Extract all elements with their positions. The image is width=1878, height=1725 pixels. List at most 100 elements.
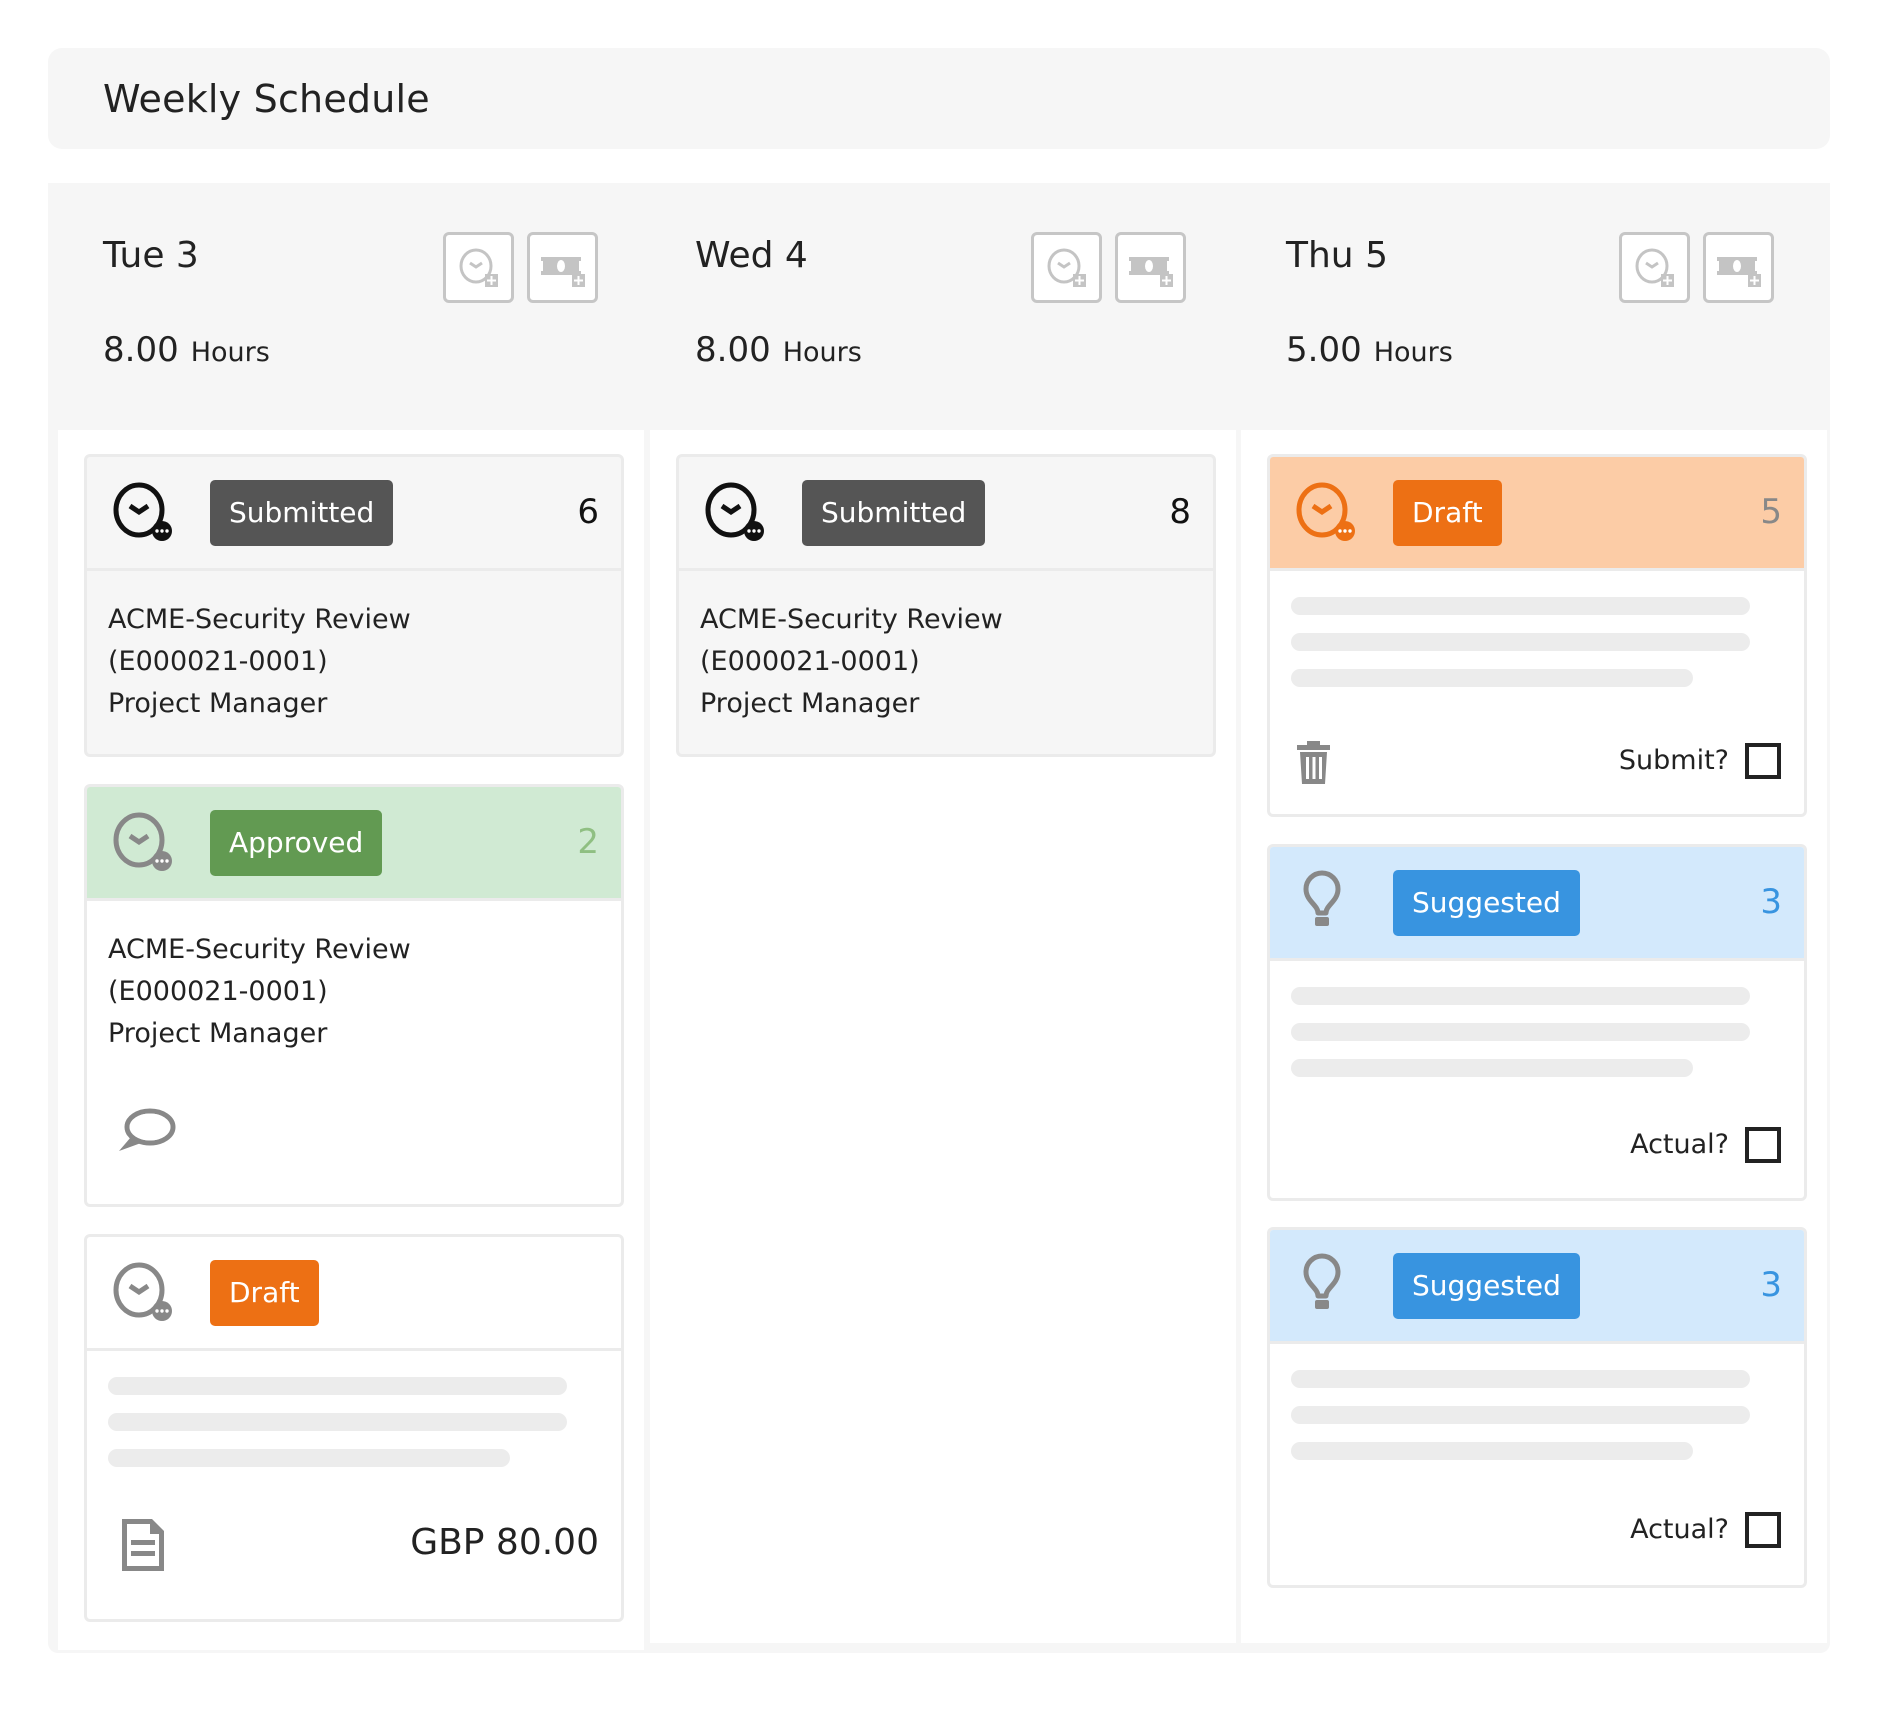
day-hours: 8.00 Hours	[103, 327, 270, 376]
card-header: Suggested 3	[1270, 1230, 1804, 1344]
clock-plus-icon	[459, 248, 498, 287]
hours-unit: Hours	[190, 337, 270, 368]
timesheet-card[interactable]: Draft 5 Submit?	[1267, 454, 1807, 817]
status-badge: Submitted	[210, 480, 394, 546]
day-label: Thu 5	[1286, 235, 1388, 276]
status-badge: Draft	[1393, 480, 1502, 546]
project-code: (E000021-0001)	[108, 976, 328, 1007]
day-entries: Draft 5 Submit? Suggested 3 Actual? Sugg…	[1241, 430, 1827, 1643]
status-badge: Approved	[210, 810, 383, 876]
add-expense-button[interactable]	[1115, 232, 1186, 303]
add-expense-button[interactable]	[527, 232, 598, 303]
hours-unit: Hours	[782, 337, 862, 368]
timesheet-clock-icon	[113, 482, 172, 541]
day-header: Thu 5 5.00 Hours	[1236, 183, 1828, 439]
actual-checkbox[interactable]	[1745, 1512, 1781, 1548]
clock-plus-icon	[1635, 248, 1674, 287]
placeholder-line	[108, 1377, 567, 1395]
hours-value: 8.00	[103, 330, 179, 370]
day-label: Wed 4	[695, 235, 808, 276]
placeholder-line	[108, 1449, 510, 1467]
card-body	[1270, 571, 1804, 687]
add-time-button[interactable]	[443, 232, 514, 303]
card-header: Draft 5	[1270, 457, 1804, 571]
checkbox-label: Submit?	[1618, 745, 1729, 776]
expense-amount: GBP 80.00	[410, 1522, 599, 1563]
card-body: ACME-Security Review (E000021-0001) Proj…	[87, 571, 621, 725]
timesheet-clock-icon	[705, 482, 764, 541]
project-name: ACME-Security Review	[108, 934, 411, 965]
timesheet-card[interactable]: Approved 2 ACME-Security Review (E000021…	[84, 784, 624, 1207]
add-expense-button[interactable]	[1703, 232, 1774, 303]
day-label: Tue 3	[103, 235, 199, 276]
placeholder-line	[1291, 597, 1750, 615]
day-entries: Submitted 6 ACME-Security Review (E00002…	[58, 430, 644, 1650]
hours-value: 5.00	[1286, 330, 1362, 370]
add-time-button[interactable]	[1619, 232, 1690, 303]
card-header: Submitted 6	[87, 457, 621, 571]
document-icon[interactable]	[119, 1517, 169, 1573]
actual-checkbox[interactable]	[1745, 1127, 1781, 1163]
status-badge: Suggested	[1393, 870, 1580, 936]
card-header: Draft	[87, 1237, 621, 1351]
timesheet-card[interactable]: Submitted 6 ACME-Security Review (E00002…	[84, 454, 624, 757]
day-hours: 8.00 Hours	[695, 327, 862, 376]
add-time-button[interactable]	[1031, 232, 1102, 303]
role: Project Manager	[108, 1018, 328, 1049]
expense-card[interactable]: Draft GBP 80.00	[84, 1234, 624, 1622]
weekly-board: Tue 3 8.00 Hours Submitted 6 ACME-Securit	[48, 183, 1830, 1653]
placeholder-line	[108, 1413, 567, 1431]
project-code: (E000021-0001)	[108, 646, 328, 677]
timesheet-clock-icon	[1296, 482, 1355, 541]
card-header: Submitted 8	[679, 457, 1213, 571]
page-header: Weekly Schedule	[48, 48, 1830, 149]
placeholder-line	[1291, 1059, 1693, 1077]
status-badge: Suggested	[1393, 1253, 1580, 1319]
day-column-wed: Wed 4 8.00 Hours Submitted 8 ACME-Securit…	[645, 183, 1237, 1643]
money-plus-icon	[540, 256, 585, 287]
page-title: Weekly Schedule	[103, 77, 430, 121]
placeholder-line	[1291, 1370, 1750, 1388]
card-body	[1270, 1344, 1804, 1460]
role: Project Manager	[700, 688, 920, 719]
project-name: ACME-Security Review	[108, 604, 411, 635]
card-header: Suggested 3	[1270, 847, 1804, 961]
card-body: ACME-Security Review (E000021-0001) Proj…	[679, 571, 1213, 725]
comment-icon[interactable]	[115, 1107, 179, 1155]
day-header: Wed 4 8.00 Hours	[645, 183, 1237, 439]
actual-toggle[interactable]: Actual?	[1630, 1512, 1781, 1548]
card-header: Approved 2	[87, 787, 621, 901]
submit-checkbox[interactable]	[1745, 743, 1781, 779]
clock-plus-icon	[1047, 248, 1086, 287]
suggestion-card[interactable]: Suggested 3 Actual?	[1267, 844, 1807, 1201]
entry-count: 3	[1760, 882, 1782, 922]
card-body	[1270, 961, 1804, 1077]
trash-icon[interactable]	[1296, 741, 1332, 785]
timesheet-clock-icon	[113, 812, 172, 871]
placeholder-line	[1291, 633, 1750, 651]
day-column-tue: Tue 3 8.00 Hours Submitted 6 ACME-Securit	[53, 183, 645, 1650]
placeholder-line	[1291, 1406, 1750, 1424]
placeholder-line	[1291, 987, 1750, 1005]
placeholder-line	[1291, 669, 1693, 687]
submit-toggle[interactable]: Submit?	[1619, 743, 1781, 779]
entry-count: 8	[1169, 492, 1191, 532]
day-hours: 5.00 Hours	[1286, 327, 1453, 376]
hours-value: 8.00	[695, 330, 771, 370]
money-plus-icon	[1716, 256, 1761, 287]
placeholder-line	[1291, 1023, 1750, 1041]
entry-count: 5	[1760, 492, 1782, 532]
checkbox-label: Actual?	[1630, 1129, 1729, 1160]
day-column-thu: Thu 5 5.00 Hours Draft 5 Submit? Suggest…	[1236, 183, 1828, 1643]
project-name: ACME-Security Review	[700, 604, 1003, 635]
card-body	[87, 1351, 621, 1467]
suggestion-card[interactable]: Suggested 3 Actual?	[1267, 1227, 1807, 1588]
status-badge: Submitted	[802, 480, 986, 546]
timesheet-card[interactable]: Submitted 8 ACME-Security Review (E00002…	[676, 454, 1216, 757]
lightbulb-icon	[1303, 1253, 1341, 1309]
actual-toggle[interactable]: Actual?	[1630, 1127, 1781, 1163]
role: Project Manager	[108, 688, 328, 719]
placeholder-line	[1291, 1442, 1693, 1460]
entry-count: 2	[577, 822, 599, 862]
hours-unit: Hours	[1373, 337, 1453, 368]
